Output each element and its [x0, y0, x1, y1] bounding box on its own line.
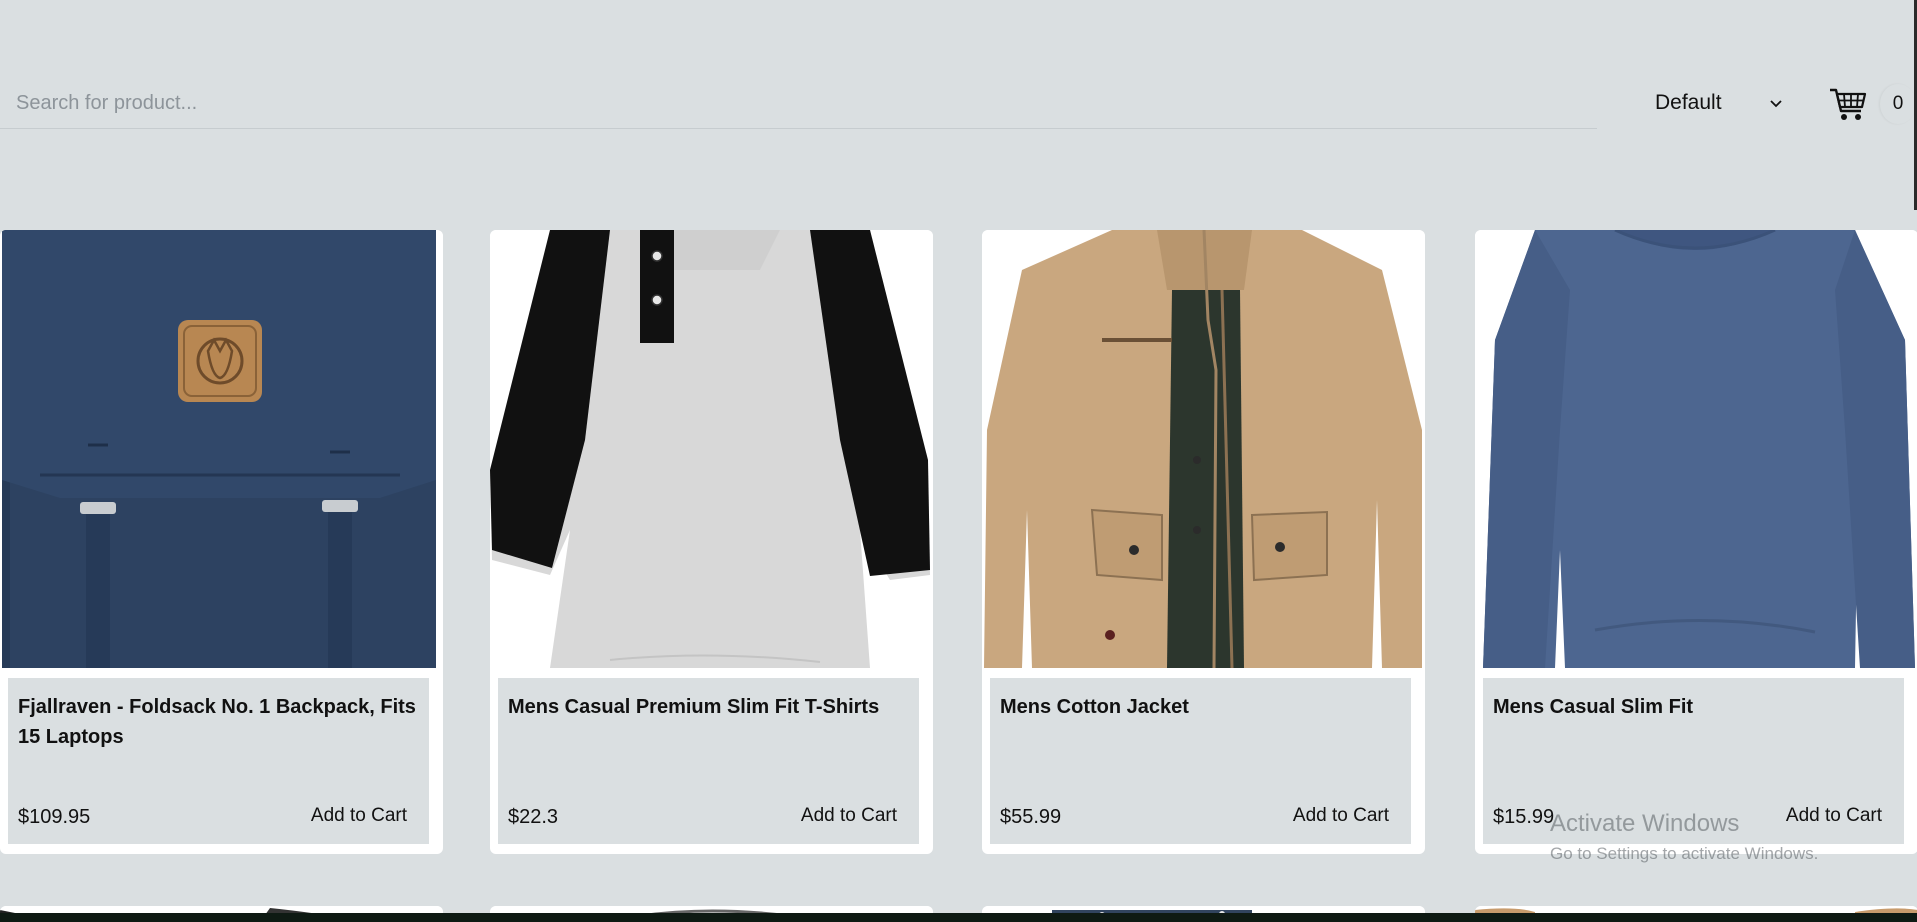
shop-page: Default 0	[0, 0, 1917, 922]
cart-button[interactable]	[1828, 84, 1868, 124]
jacket-image	[982, 230, 1425, 668]
slim-fit-shirt-image	[1475, 230, 1917, 668]
product-title: Fjallraven - Foldsack No. 1 Backpack, Fi…	[18, 696, 416, 748]
product-price: $15.99	[1493, 806, 1555, 828]
cart-count-badge: 0	[1880, 84, 1916, 124]
product-title: Mens Cotton Jacket	[1000, 696, 1189, 718]
product-info: Mens Cotton Jacket $55.99 Add to Cart	[990, 678, 1411, 844]
product-title: Mens Casual Slim Fit	[1493, 696, 1694, 718]
add-to-cart-button[interactable]: Add to Cart	[1775, 800, 1892, 832]
product-card: Mens Casual Slim Fit $15.99 Add to Cart	[1475, 230, 1917, 854]
bottom-edge	[0, 913, 1917, 922]
shopping-cart-icon	[1830, 88, 1867, 120]
product-image[interactable]	[0, 230, 443, 668]
add-to-cart-button[interactable]: Add to Cart	[300, 800, 417, 832]
product-image[interactable]	[490, 230, 933, 668]
sort-selected-label: Default	[1655, 91, 1722, 114]
product-price: $22.3	[508, 806, 559, 828]
product-price: $109.95	[18, 806, 91, 828]
product-card: Mens Casual Premium Slim Fit T-Shirts $2…	[490, 230, 933, 854]
product-image[interactable]	[982, 230, 1425, 668]
backpack-image	[0, 230, 443, 668]
chevron-down-icon	[1770, 100, 1782, 108]
tshirt-image	[490, 230, 933, 668]
product-info: Mens Casual Premium Slim Fit T-Shirts $2…	[498, 678, 919, 844]
add-to-cart-button[interactable]: Add to Cart	[1282, 800, 1399, 832]
search-input[interactable]	[0, 78, 1597, 128]
product-card: Fjallraven - Foldsack No. 1 Backpack, Fi…	[0, 230, 443, 854]
product-info: Fjallraven - Foldsack No. 1 Backpack, Fi…	[8, 678, 429, 844]
product-card: Mens Cotton Jacket $55.99 Add to Cart	[982, 230, 1425, 854]
product-image[interactable]	[1475, 230, 1917, 668]
product-title: Mens Casual Premium Slim Fit T-Shirts	[508, 696, 880, 718]
sort-dropdown[interactable]: Default	[1655, 88, 1785, 118]
search-bar	[0, 78, 1597, 129]
product-price: $55.99	[1000, 806, 1062, 828]
add-to-cart-button[interactable]: Add to Cart	[790, 800, 907, 832]
product-info: Mens Casual Slim Fit $15.99 Add to Cart	[1483, 678, 1904, 844]
